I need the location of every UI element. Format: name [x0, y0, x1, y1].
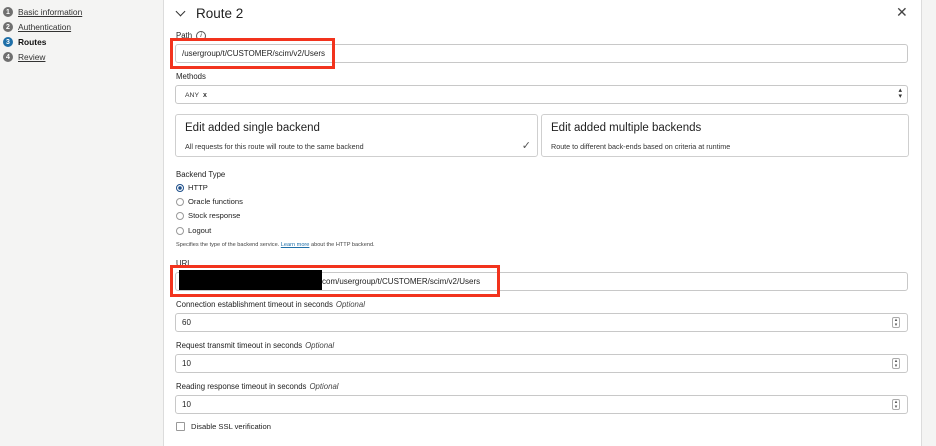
radio-label: Stock response — [188, 211, 241, 220]
card-title: Edit added multiple backends — [551, 122, 702, 134]
radio-logout[interactable]: Logout — [176, 225, 211, 236]
select-arrows-icon[interactable]: ▴ ▾ — [898, 87, 902, 100]
disable-ssl-checkbox-row[interactable]: Disable SSL verification — [176, 422, 271, 431]
radio-button[interactable] — [176, 211, 184, 220]
methods-select[interactable]: ANY x ▴ ▾ — [175, 85, 908, 104]
response-timeout-value: 10 — [182, 400, 191, 409]
radio-stock-response[interactable]: Stock response — [176, 210, 240, 221]
chevron-down-icon[interactable] — [175, 6, 186, 16]
transmit-timeout-input[interactable]: 10 ▴ ▾ — [175, 354, 908, 373]
method-chip: ANY x — [181, 89, 211, 101]
radio-label: Oracle functions — [188, 197, 243, 206]
backend-type-label: Backend Type — [176, 170, 226, 179]
backend-type-helper: Specifies the type of the backend servic… — [176, 242, 375, 248]
response-timeout-label: Reading response timeout in seconds Optio… — [176, 382, 339, 391]
connection-timeout-label: Connection establishment timeout in seco… — [176, 300, 365, 309]
method-chip-label: ANY — [185, 91, 199, 99]
card-description: All requests for this route will route t… — [185, 142, 364, 151]
step-number: 3 — [3, 37, 13, 47]
close-icon[interactable]: ✕ — [896, 5, 908, 19]
radio-button[interactable] — [176, 197, 184, 206]
radio-button[interactable] — [176, 226, 184, 235]
step-routes[interactable]: 3 Routes — [3, 35, 46, 49]
step-label[interactable]: Basic information — [18, 7, 82, 17]
step-label[interactable]: Authentication — [18, 22, 71, 32]
card-title: Edit added single backend — [185, 122, 320, 134]
step-number: 2 — [3, 22, 13, 32]
disable-ssl-label: Disable SSL verification — [191, 422, 271, 431]
label-text: Reading response timeout in seconds — [176, 382, 307, 391]
helper-text: about the HTTP backend. — [310, 242, 375, 248]
route-panel: Route 2 ✕ Path i /usergroup/t/CUSTOMER/sc… — [163, 0, 922, 446]
step-basic-information[interactable]: 1 Basic information — [3, 5, 82, 19]
radio-oracle-functions[interactable]: Oracle functions — [176, 196, 243, 207]
checkmark-icon: ✓ — [521, 140, 531, 152]
step-number: 1 — [3, 7, 13, 17]
label-text: Connection establishment timeout in seco… — [176, 300, 333, 309]
optional-text: Optional — [309, 382, 339, 391]
radio-label: Logout — [188, 226, 212, 235]
step-label: Routes — [18, 37, 47, 47]
route-header[interactable]: Route 2 — [175, 5, 244, 21]
radio-label: HTTP — [188, 183, 208, 192]
single-backend-card[interactable]: Edit added single backend All requests f… — [175, 114, 538, 157]
transmit-timeout-label: Request transmit timeout in seconds Optio… — [176, 341, 334, 350]
learn-more-link[interactable]: Learn more — [281, 242, 310, 248]
step-number: 4 — [3, 52, 13, 62]
route-title: Route 2 — [196, 5, 244, 21]
multiple-backends-card[interactable]: Edit added multiple backends Route to di… — [541, 114, 909, 157]
card-description: Route to different back-ends based on cr… — [551, 142, 731, 151]
methods-label: Methods — [176, 72, 206, 81]
radio-button[interactable] — [176, 183, 184, 192]
label-text: Request transmit timeout in seconds — [176, 341, 303, 350]
connection-timeout-input[interactable]: 60 ▴ ▾ — [175, 313, 908, 332]
helper-text: Specifies the type of the backend servic… — [176, 242, 280, 248]
optional-text: Optional — [335, 300, 365, 309]
optional-text: Optional — [305, 341, 335, 350]
transmit-timeout-value: 10 — [182, 359, 191, 368]
response-timeout-input[interactable]: 10 ▴ ▾ — [175, 395, 908, 414]
stepper-icon[interactable]: ▴ ▾ — [892, 317, 900, 328]
connection-timeout-value: 60 — [182, 318, 191, 327]
step-authentication[interactable]: 2 Authentication — [3, 20, 71, 34]
chip-remove-icon[interactable]: x — [203, 92, 207, 99]
path-highlight-box — [170, 38, 335, 69]
steps-sidebar: 1 Basic information 2 Authentication 3 R… — [0, 0, 162, 446]
stepper-icon[interactable]: ▴ ▾ — [892, 399, 900, 410]
step-label[interactable]: Review — [18, 52, 45, 62]
radio-http[interactable]: HTTP — [176, 182, 208, 193]
step-review[interactable]: 4 Review — [3, 50, 45, 64]
stepper-icon[interactable]: ▴ ▾ — [892, 358, 900, 369]
disable-ssl-checkbox[interactable] — [176, 422, 185, 431]
url-highlight-box — [170, 265, 500, 297]
